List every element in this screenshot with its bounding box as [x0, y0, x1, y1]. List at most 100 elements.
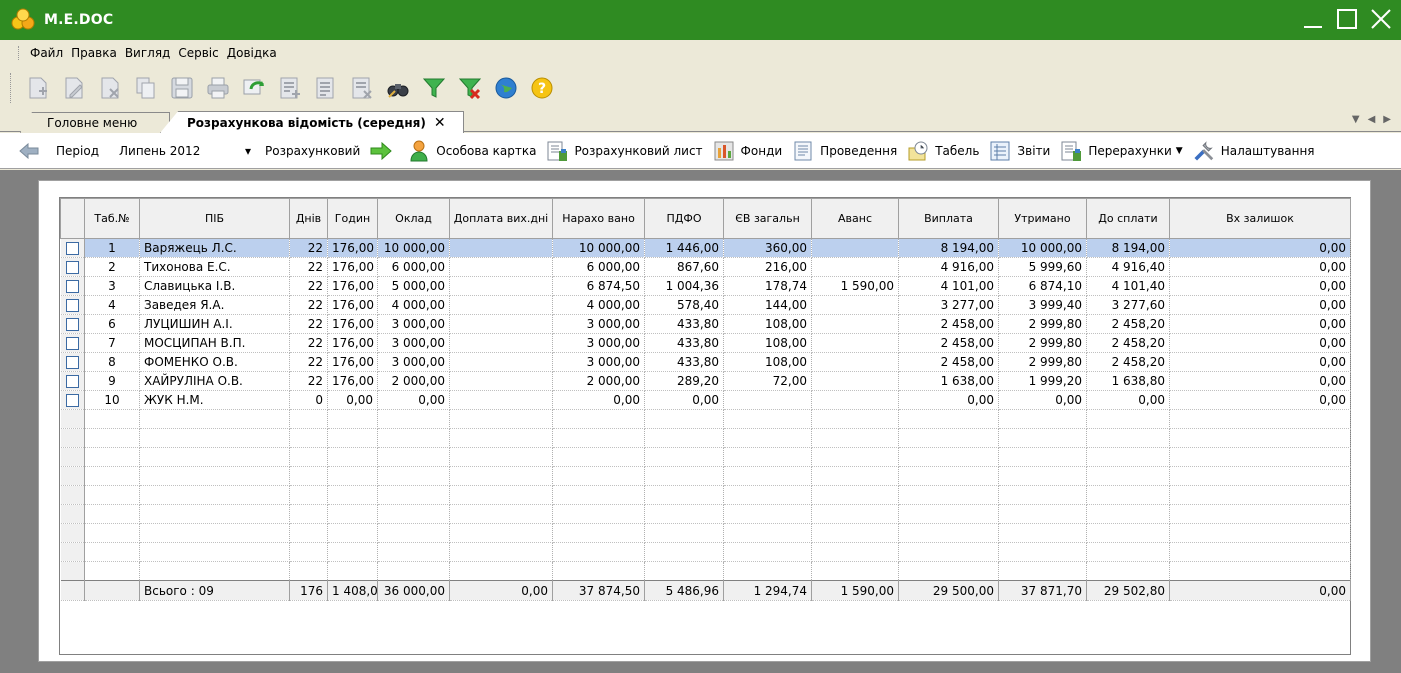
- table-cell[interactable]: [811, 314, 899, 334]
- row-checkbox-cell[interactable]: [60, 257, 85, 277]
- menu-edit[interactable]: Правка: [67, 46, 121, 60]
- table-cell[interactable]: 5 000,00: [377, 276, 450, 296]
- table-cell[interactable]: 1 999,20: [998, 371, 1087, 391]
- table-cell[interactable]: 0,00: [1169, 257, 1351, 277]
- table-cell[interactable]: 0,00: [1169, 333, 1351, 353]
- table-cell[interactable]: 4: [84, 295, 140, 315]
- filter-icon[interactable]: [417, 71, 451, 105]
- funds-button[interactable]: Фонди: [713, 140, 782, 162]
- table-cell[interactable]: 3 000,00: [552, 314, 645, 334]
- table-cell[interactable]: 2: [84, 257, 140, 277]
- row-checkbox[interactable]: [65, 242, 79, 255]
- table-cell[interactable]: 3 000,00: [552, 352, 645, 372]
- table-cell[interactable]: 1 638,80: [1086, 371, 1170, 391]
- table-cell[interactable]: 360,00: [723, 238, 812, 258]
- table-cell[interactable]: 22: [289, 238, 328, 258]
- table-cell[interactable]: 176,00: [327, 333, 378, 353]
- table-cell[interactable]: 433,80: [644, 333, 724, 353]
- table-cell[interactable]: [811, 238, 899, 258]
- table-cell[interactable]: 2 000,00: [552, 371, 645, 391]
- row-checkbox-cell[interactable]: [60, 333, 85, 353]
- table-cell[interactable]: 0,00: [377, 390, 450, 410]
- globe-icon[interactable]: [489, 71, 523, 105]
- row-checkbox-cell[interactable]: [60, 371, 85, 391]
- table-cell[interactable]: 176,00: [327, 314, 378, 334]
- table-cell[interactable]: 22: [289, 276, 328, 296]
- table-cell[interactable]: 4 916,00: [898, 257, 999, 277]
- table-row[interactable]: 8 ФОМЕНКО О.В. 22 176,00 3 000,00 3 000,00 433…: [60, 352, 1351, 372]
- table-cell[interactable]: 108,00: [723, 333, 812, 353]
- table-cell[interactable]: 176,00: [327, 295, 378, 315]
- table-cell[interactable]: 216,00: [723, 257, 812, 277]
- column-header[interactable]: ЄВ загальн: [723, 198, 812, 239]
- table-cell[interactable]: 433,80: [644, 352, 724, 372]
- row-checkbox[interactable]: [65, 261, 79, 274]
- table-cell[interactable]: Заведея Я.А.: [139, 295, 290, 315]
- table-cell[interactable]: Тихонова Е.С.: [139, 257, 290, 277]
- maximize-button[interactable]: [1333, 4, 1361, 34]
- table-cell[interactable]: 4 101,40: [1086, 276, 1170, 296]
- table-cell[interactable]: МОСЦИПАН В.П.: [139, 333, 290, 353]
- period-select[interactable]: Липень 2012 ▾: [115, 141, 255, 161]
- table-cell[interactable]: 2 999,80: [998, 333, 1087, 353]
- settings-button[interactable]: Налаштування: [1193, 140, 1315, 162]
- table-cell[interactable]: 3 000,00: [377, 333, 450, 353]
- table-row[interactable]: 2 Тихонова Е.С. 22 176,00 6 000,00 6 000,00 86…: [60, 257, 1351, 277]
- menu-help[interactable]: Довідка: [223, 46, 281, 60]
- table-cell[interactable]: 2 458,00: [898, 314, 999, 334]
- table-cell[interactable]: 2 999,80: [998, 314, 1087, 334]
- table-cell[interactable]: 0,00: [1169, 314, 1351, 334]
- table-cell[interactable]: 144,00: [723, 295, 812, 315]
- row-checkbox-cell[interactable]: [60, 295, 85, 315]
- row-checkbox-cell[interactable]: [60, 352, 85, 372]
- table-cell[interactable]: Варяжець Л.С.: [139, 238, 290, 258]
- table-cell[interactable]: 1 638,00: [898, 371, 999, 391]
- table-cell[interactable]: [811, 390, 899, 410]
- table-cell[interactable]: 8 194,00: [898, 238, 999, 258]
- tab-scroll-right-icon[interactable]: ▶: [1383, 114, 1391, 125]
- tab-list-dropdown-icon[interactable]: ▼: [1352, 114, 1360, 125]
- table-cell[interactable]: Славицька І.В.: [139, 276, 290, 296]
- table-cell[interactable]: 2 000,00: [377, 371, 450, 391]
- column-header[interactable]: Доплата вих.дні: [449, 198, 553, 239]
- table-cell[interactable]: 22: [289, 257, 328, 277]
- table-cell[interactable]: [811, 295, 899, 315]
- table-cell[interactable]: 4 000,00: [552, 295, 645, 315]
- column-header[interactable]: Утримано: [998, 198, 1087, 239]
- table-cell[interactable]: ФОМЕНКО О.В.: [139, 352, 290, 372]
- column-header[interactable]: Нарахо вано: [552, 198, 645, 239]
- table-cell[interactable]: 0,00: [1169, 390, 1351, 410]
- table-cell[interactable]: 0,00: [552, 390, 645, 410]
- table-cell[interactable]: [723, 390, 812, 410]
- column-header[interactable]: Таб.№: [84, 198, 140, 239]
- table-cell[interactable]: 8 194,00: [1086, 238, 1170, 258]
- table-cell[interactable]: 176,00: [327, 257, 378, 277]
- minimize-button[interactable]: [1299, 4, 1327, 34]
- table-cell[interactable]: 1 004,36: [644, 276, 724, 296]
- column-header[interactable]: Вх залишок: [1169, 198, 1351, 239]
- table-cell[interactable]: 176,00: [327, 276, 378, 296]
- row-checkbox-cell[interactable]: [60, 390, 85, 410]
- table-cell[interactable]: 4 000,00: [377, 295, 450, 315]
- menu-view[interactable]: Вигляд: [121, 46, 175, 60]
- table-cell[interactable]: 0,00: [898, 390, 999, 410]
- recalc-button[interactable]: Перерахунки ▼: [1060, 140, 1183, 162]
- table-cell[interactable]: 3 999,40: [998, 295, 1087, 315]
- table-cell[interactable]: 0,00: [1086, 390, 1170, 410]
- table-cell[interactable]: ЖУК Н.М.: [139, 390, 290, 410]
- column-header[interactable]: Годин: [327, 198, 378, 239]
- table-row[interactable]: 10 ЖУК Н.М. 0 0,00 0,00 0,00 0,00 0,00 0,00 0,00 0…: [60, 390, 1351, 410]
- table-cell[interactable]: 8: [84, 352, 140, 372]
- table-cell[interactable]: 176,00: [327, 352, 378, 372]
- menu-service[interactable]: Сервіс: [174, 46, 222, 60]
- table-row[interactable]: 1 Варяжець Л.С. 22 176,00 10 000,00 10 000,00…: [60, 238, 1351, 258]
- column-header[interactable]: ПДФО: [644, 198, 724, 239]
- table-cell[interactable]: [449, 390, 553, 410]
- table-row[interactable]: 9 ХАЙРУЛІНА О.В. 22 176,00 2 000,00 2 000,00 2…: [60, 371, 1351, 391]
- column-header[interactable]: Днів: [289, 198, 328, 239]
- column-header[interactable]: До сплати: [1086, 198, 1170, 239]
- row-checkbox[interactable]: [65, 299, 79, 312]
- table-cell[interactable]: 6 874,50: [552, 276, 645, 296]
- title-bar[interactable]: M.E.DOC: [0, 0, 1401, 40]
- table-cell[interactable]: 867,60: [644, 257, 724, 277]
